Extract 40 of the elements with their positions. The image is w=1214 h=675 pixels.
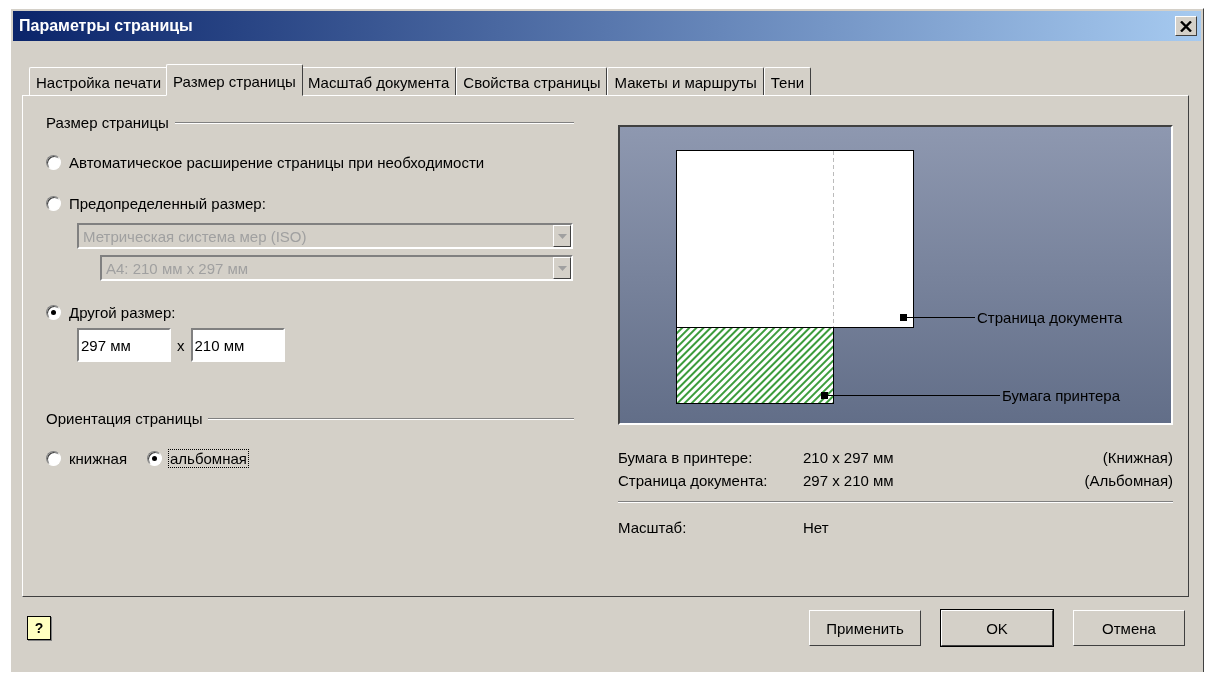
tab[interactable]: Размер страницы [166,64,303,96]
radio-button[interactable] [46,196,61,211]
height-field[interactable]: 210 мм [190,328,285,362]
dialog-button[interactable]: Применить [809,610,921,646]
dialog-button[interactable]: Отмена [1073,610,1185,646]
diagram-label: Бумага принтера [1002,387,1120,404]
radio-button[interactable] [46,305,61,320]
times-sign: x [177,336,185,354]
tab[interactable]: Тени [763,67,812,95]
group-heading: Размер страницы [46,114,169,131]
dialog-button[interactable]: OK [941,610,1053,646]
radio-label[interactable]: Предопределенный размер: [67,194,268,213]
window-title: Параметры страницы [19,17,193,35]
help-button[interactable]: ? [27,616,51,640]
info-label: Бумага в принтере: [618,449,754,466]
info-value: 297 x 210 мм [803,472,895,489]
caret-icon [557,265,567,271]
tab[interactable]: Свойства страницы [456,67,608,95]
orientation-value: (Альбомная) [1084,472,1173,489]
info-value: Нет [803,519,829,536]
radio-label[interactable]: книжная [67,449,129,468]
close-icon [1180,20,1192,32]
radio-button[interactable] [46,451,61,466]
orientation-value: (Книжная) [1102,449,1173,466]
tab[interactable]: Макеты и маршруты [607,67,764,95]
tab[interactable]: Масштаб документа [300,67,457,95]
diagram-label: Страница документа [977,309,1123,326]
radio-label[interactable]: альбомная [168,449,249,468]
caret-icon [557,233,567,239]
info-label: Масштаб: [618,519,688,536]
group-heading: Ориентация страницы [46,410,203,427]
close-button[interactable] [1175,16,1197,36]
radio-label[interactable]: Автоматическое расширение страницы при необходимости [67,153,487,172]
info-value: 210 x 297 мм [803,449,895,466]
radio-button[interactable] [147,451,162,466]
info-label: Страница документа: [618,472,769,489]
radio-label[interactable]: Другой размер: [67,303,178,322]
width-field[interactable]: 297 мм [77,328,171,362]
radio-button[interactable] [46,155,61,170]
tab[interactable]: Настройка печати [29,67,169,95]
